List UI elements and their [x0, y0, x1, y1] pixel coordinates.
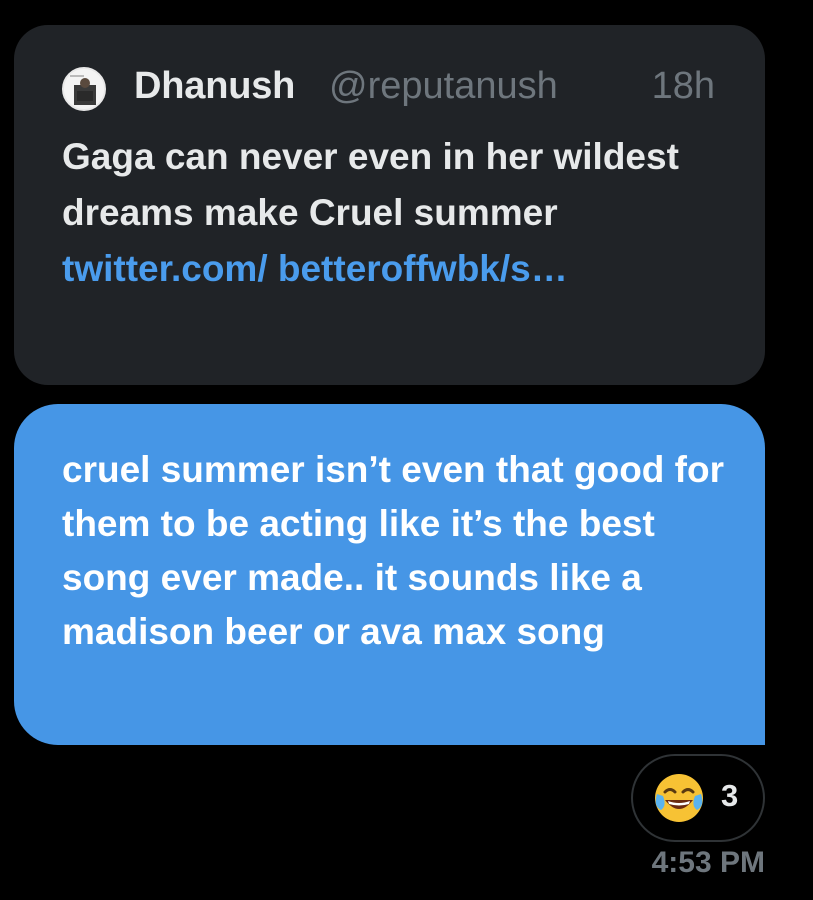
reaction-badge[interactable]: 3: [631, 754, 765, 842]
quoted-tweet-card[interactable]: Dhanush @reputanush 18h Gaga can never e…: [14, 25, 765, 385]
tweet-timestamp[interactable]: 18h: [652, 65, 715, 108]
face-with-tears-of-joy-icon: [655, 774, 703, 822]
author-handle[interactable]: @reputanush: [329, 65, 558, 108]
message-timestamp: 4:53 PM: [651, 846, 765, 879]
author-avatar[interactable]: [62, 67, 106, 111]
tweet-body: Gaga can never even in her wildest dream…: [62, 129, 722, 297]
reaction-count: 3: [721, 778, 739, 813]
profile-photo-icon: [64, 69, 104, 109]
tweet-text: Gaga can never even in her wildest dream…: [62, 136, 679, 233]
message-bubble[interactable]: cruel summer isn’t even that good for th…: [14, 404, 765, 745]
author-name[interactable]: Dhanush: [134, 65, 295, 108]
message-text: cruel summer isn’t even that good for th…: [62, 449, 725, 652]
tweet-link[interactable]: twitter.com/ betteroffwbk/s…: [62, 248, 568, 289]
